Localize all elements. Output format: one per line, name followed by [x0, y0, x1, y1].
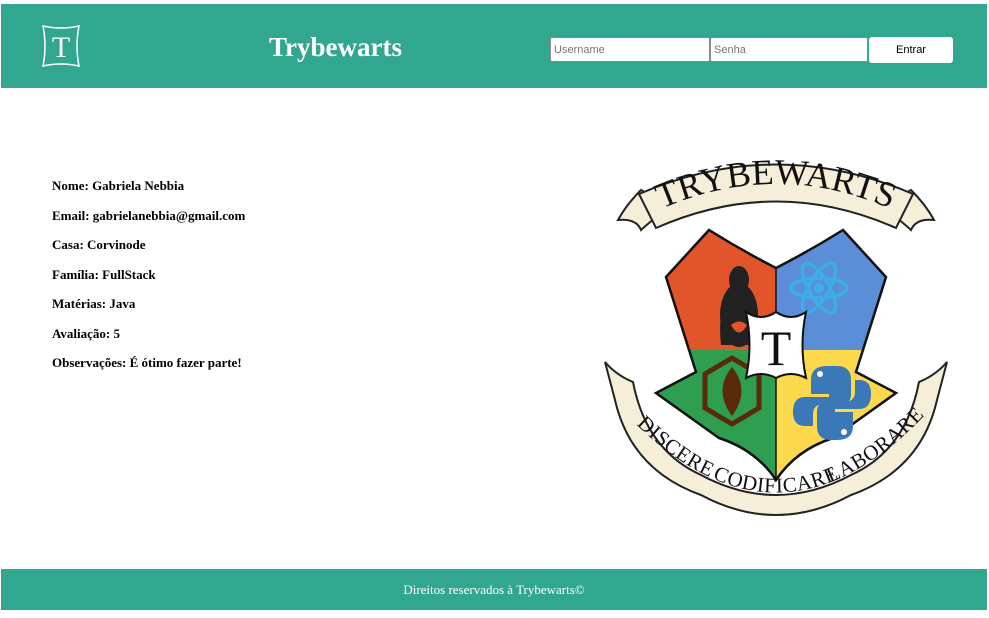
email-field: Email: gabrielanebbia@gmail.com	[52, 207, 246, 223]
house-field: Casa: Corvinode	[52, 237, 146, 252]
rating-field: Avaliação: 5	[52, 325, 120, 341]
logo-crest-icon: T	[42, 25, 80, 67]
logo-letter: T	[52, 31, 70, 64]
observations-field: Observações: É ótimo fazer parte!	[52, 355, 242, 370]
site-title: Trybewarts	[269, 32, 402, 62]
username-input[interactable]	[550, 37, 710, 62]
banner-top-text: TRYBEWARTS	[650, 152, 903, 217]
name-field: Nome: Gabriela Nebbia	[52, 178, 185, 193]
login-button[interactable]: Entrar	[869, 37, 953, 63]
header: T Trybewarts Entrar	[1, 4, 987, 88]
footer: Direitos reservados à Trybewarts©	[1, 569, 987, 610]
password-input[interactable]	[710, 37, 868, 62]
subjects-field: Matérias: Java	[52, 296, 136, 311]
family-field: Família: FullStack	[52, 266, 156, 282]
center-letter: T	[761, 320, 792, 376]
logo[interactable]: T	[37, 22, 85, 70]
trybewarts-crest: TRYBEWARTS T DISCERE CODIFICARE LABORARE	[604, 152, 948, 516]
footer-text: Direitos reservados à Trybewarts©	[403, 582, 585, 597]
form-data: Nome: Gabriela Nebbia Email: gabrielaneb…	[52, 176, 245, 383]
